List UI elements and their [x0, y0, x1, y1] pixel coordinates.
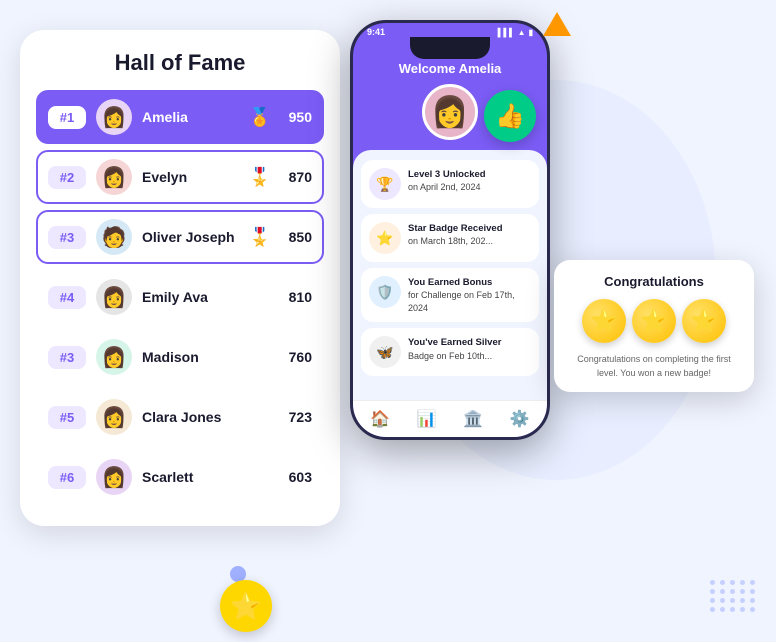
player-score: 760: [277, 349, 312, 365]
leaderboard-row[interactable]: #3 🧑 Oliver Joseph 🎖️ 850: [36, 210, 324, 264]
player-name: Oliver Joseph: [142, 229, 249, 245]
feed-text: You've Earned Silver Badge on Feb 10th..…: [408, 336, 501, 362]
avatar: 👩: [96, 159, 132, 195]
player-name: Madison: [142, 349, 277, 365]
star-coin-2: ⭐: [632, 299, 676, 343]
avatar: 🧑: [96, 219, 132, 255]
feed-item[interactable]: ⭐ Star Badge Received on March 18th, 202…: [361, 214, 539, 262]
player-name: Evelyn: [142, 169, 249, 185]
feed-item[interactable]: 🛡️ You Earned Bonus for Challenge on Feb…: [361, 268, 539, 322]
feed-icon: 🛡️: [369, 276, 401, 308]
avatar: 👩: [96, 339, 132, 375]
avatar: 👩: [96, 279, 132, 315]
leaderboard-row[interactable]: #6 👩 Scarlett 603: [36, 450, 324, 504]
phone-feed: 🏆 Level 3 Unlocked on April 2nd, 2024 ⭐ …: [353, 150, 547, 400]
rank-badge: #3: [48, 226, 86, 249]
hall-of-fame-card: Hall of Fame #1 👩 Amelia 🏅 950 #2 👩 Evel…: [20, 30, 340, 526]
triangle-decoration: [543, 12, 571, 36]
profile-avatar[interactable]: 👩: [422, 84, 478, 140]
leaderboard-row[interactable]: #1 👩 Amelia 🏅 950: [36, 90, 324, 144]
congrats-title: Congratulations: [568, 274, 740, 289]
rank-badge: #1: [48, 106, 86, 129]
player-name: Amelia: [142, 109, 249, 125]
avatar: 👩: [96, 459, 132, 495]
dot-grid-decoration: [710, 580, 756, 612]
rank-badge: #4: [48, 286, 86, 309]
player-score: 810: [277, 289, 312, 305]
leaderboard-row[interactable]: #3 👩 Madison 760: [36, 330, 324, 384]
phone-notch: [410, 37, 490, 59]
feed-item[interactable]: 🏆 Level 3 Unlocked on April 2nd, 2024: [361, 160, 539, 208]
player-score: 723: [277, 409, 312, 425]
wifi-icon: ▲: [518, 28, 526, 37]
phone-mockup: 9:41 ▌▌▌ ▲ ▮ Welcome Amelia 👩 🏆 Level 3 …: [350, 20, 550, 440]
battery-icon: ▮: [529, 28, 533, 37]
avatar: 👩: [96, 399, 132, 435]
phone-time: 9:41: [367, 27, 385, 37]
hall-of-fame-title: Hall of Fame: [36, 50, 324, 76]
nav-leaderboard-icon[interactable]: 📊: [417, 409, 437, 429]
star-badge: ⭐: [220, 580, 272, 632]
leaderboard-row[interactable]: #5 👩 Clara Jones 723: [36, 390, 324, 444]
rank-badge: #5: [48, 406, 86, 429]
player-score: 850: [277, 229, 312, 245]
congrats-popup: Congratulations ⭐ ⭐ ⭐ Congratulations on…: [554, 260, 754, 392]
player-score: 870: [277, 169, 312, 185]
signal-icon: ▌▌▌: [498, 28, 515, 37]
medal-icon: 🎖️: [249, 227, 271, 248]
congrats-text: Congratulations on completing the first …: [568, 353, 740, 380]
phone-screen: 9:41 ▌▌▌ ▲ ▮ Welcome Amelia 👩 🏆 Level 3 …: [353, 23, 547, 437]
rank-badge: #3: [48, 346, 86, 369]
feed-icon: ⭐: [369, 222, 401, 254]
welcome-text: Welcome Amelia: [399, 61, 502, 76]
stars-row: ⭐ ⭐ ⭐: [568, 299, 740, 343]
feed-text: Star Badge Received on March 18th, 202..…: [408, 222, 503, 248]
star-coin-1: ⭐: [582, 299, 626, 343]
leaderboard-row[interactable]: #4 👩 Emily Ava 810: [36, 270, 324, 324]
player-score: 603: [277, 469, 312, 485]
feed-text: Level 3 Unlocked on April 2nd, 2024: [408, 168, 486, 194]
player-name: Emily Ava: [142, 289, 277, 305]
nav-settings-icon[interactable]: ⚙️: [510, 409, 530, 429]
status-icons: ▌▌▌ ▲ ▮: [498, 28, 533, 37]
star-coin-3: ⭐: [682, 299, 726, 343]
feed-icon: 🏆: [369, 168, 401, 200]
nav-achievements-icon[interactable]: 🏛️: [463, 409, 483, 429]
rank-badge: #6: [48, 466, 86, 489]
medal-icon: 🎖️: [249, 167, 271, 188]
avatar: 👩: [96, 99, 132, 135]
medal-icon: 🏅: [249, 107, 271, 128]
thumbs-up-badge: 👍: [484, 90, 536, 142]
nav-home-icon[interactable]: 🏠: [370, 409, 390, 429]
feed-icon: 🦋: [369, 336, 401, 368]
player-name: Clara Jones: [142, 409, 277, 425]
player-name: Scarlett: [142, 469, 277, 485]
feed-item[interactable]: 🦋 You've Earned Silver Badge on Feb 10th…: [361, 328, 539, 376]
feed-text: You Earned Bonus for Challenge on Feb 17…: [408, 276, 531, 314]
leaderboard-row[interactable]: #2 👩 Evelyn 🎖️ 870: [36, 150, 324, 204]
rank-badge: #2: [48, 166, 86, 189]
player-score: 950: [277, 109, 312, 125]
phone-status-bar: 9:41 ▌▌▌ ▲ ▮: [353, 23, 547, 37]
phone-nav: 🏠 📊 🏛️ ⚙️: [353, 400, 547, 437]
